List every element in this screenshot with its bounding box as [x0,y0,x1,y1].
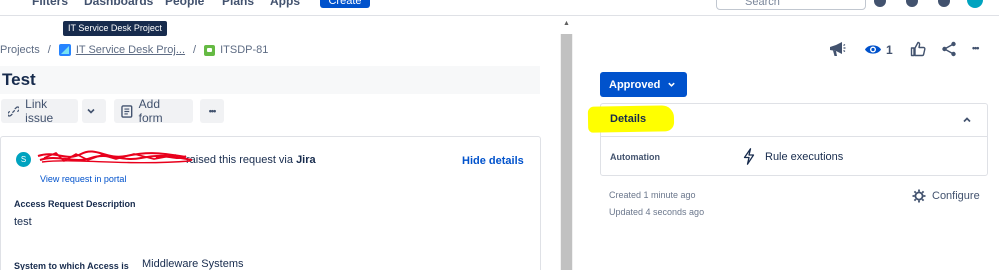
hide-details-button[interactable]: Hide details [462,155,524,167]
field-value-system-access[interactable]: Middleware Systems [142,258,243,270]
nav-plans[interactable]: Plans [222,0,254,8]
breadcrumb-projects[interactable]: Projects [0,44,40,56]
link-issue-dropdown[interactable] [82,99,106,123]
feedback-megaphone-icon[interactable] [828,41,846,58]
status-transition-button[interactable]: Approved [600,72,687,97]
link-issue-button[interactable]: Link issue [1,97,78,125]
chevron-up-icon[interactable] [962,115,972,125]
configure-button[interactable]: Configure [912,189,980,203]
project-icon [58,44,71,56]
field-label-system-access: System to which Access is [14,261,129,270]
breadcrumb-project[interactable]: IT Service Desk Proj... [76,44,185,56]
chevron-down-icon [668,82,676,87]
more-actions-button[interactable]: ••• [200,99,224,123]
updated-timestamp: Updated 4 seconds ago [609,207,705,217]
issue-title[interactable]: Test [2,70,36,90]
search-input[interactable]: Search [716,0,866,10]
nav-apps[interactable]: Apps [270,0,300,8]
settings-icon[interactable] [938,0,950,7]
form-icon [121,104,133,118]
raised-text: raised this request via [186,154,293,166]
nav-filters[interactable]: Filters [32,0,68,8]
view-request-in-portal-link[interactable]: View request in portal [40,174,126,184]
link-issue-label: Link issue [25,97,54,125]
title-field[interactable] [0,66,540,94]
watchers-count[interactable]: 1 [886,43,893,57]
breadcrumb: Projects / IT Service Desk Proj... / ITS… [0,42,268,58]
field-label-access-request-description: Access Request Description [14,199,136,209]
lightning-bolt-icon [743,148,755,165]
request-channel: Jira [296,154,316,166]
redaction-scribble [37,150,193,164]
notifications-icon[interactable] [874,0,886,7]
vote-thumbs-up-icon[interactable] [910,41,926,57]
nav-people[interactable]: People [165,0,204,8]
help-icon[interactable] [906,0,918,7]
rule-executions-link[interactable]: Rule executions [765,151,843,163]
share-icon[interactable] [941,41,957,57]
nav-dashboards[interactable]: Dashboards [84,0,153,8]
more-options-button[interactable]: ••• [972,43,980,53]
add-form-label: Add form [138,97,163,125]
create-button[interactable]: Create [320,0,370,8]
project-tooltip: IT Service Desk Project [63,21,167,36]
created-timestamp: Created 1 minute ago [609,190,696,200]
service-request-icon [204,44,216,56]
top-navigation: Filters Dashboards People Plans Apps Cre… [0,0,999,16]
link-icon [8,105,20,117]
breadcrumb-issue-key[interactable]: ITSDP-81 [220,44,268,56]
details-title[interactable]: Details [610,113,646,125]
breadcrumb-separator: / [193,44,197,56]
status-label: Approved [609,78,661,91]
add-form-button[interactable]: Add form [114,97,193,125]
breadcrumb-separator: / [47,44,51,56]
scrollbar-thumb[interactable] [561,34,572,270]
field-value-access-request-description[interactable]: test [14,216,32,228]
reporter-avatar: S [16,152,31,167]
configure-label: Configure [932,190,980,202]
automation-label: Automation [610,152,660,162]
scroll-up-arrow[interactable]: ▲ [561,18,572,30]
profile-avatar[interactable] [967,0,983,8]
gear-icon [912,189,926,203]
chevron-down-icon [87,108,95,114]
watch-eye-icon[interactable] [864,43,882,56]
